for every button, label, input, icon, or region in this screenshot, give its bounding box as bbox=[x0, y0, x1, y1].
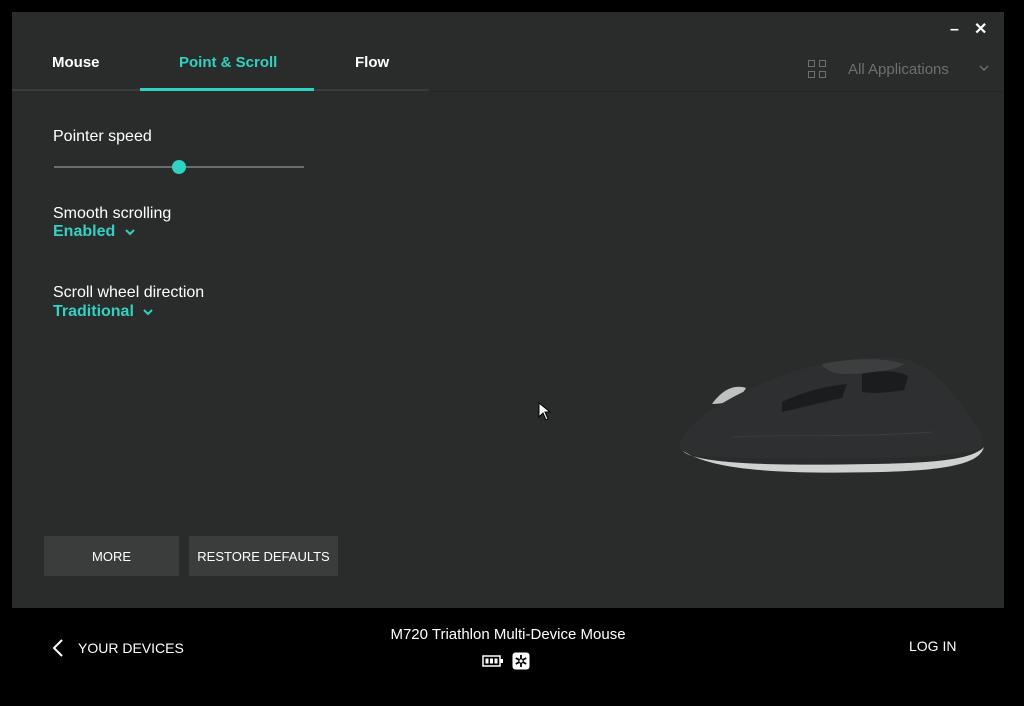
pointer-speed-slider[interactable] bbox=[54, 160, 304, 174]
device-name: M720 Triathlon Multi-Device Mouse bbox=[390, 626, 626, 643]
tab-point-and-scroll[interactable]: Point & Scroll bbox=[179, 54, 277, 71]
scroll-direction-value: Traditional bbox=[53, 303, 134, 320]
chevron-down-icon bbox=[124, 229, 135, 236]
device-status-icons bbox=[482, 652, 530, 670]
chevron-down-icon bbox=[143, 309, 154, 316]
battery-icon bbox=[482, 655, 503, 667]
pointer-speed-label: Pointer speed bbox=[53, 128, 152, 145]
unifying-receiver-icon bbox=[512, 652, 530, 670]
smooth-scrolling-value: Enabled bbox=[53, 223, 116, 240]
login-button[interactable]: LOG IN bbox=[909, 638, 956, 654]
header-divider bbox=[429, 91, 1004, 92]
tab-flow[interactable]: Flow bbox=[355, 54, 389, 71]
grid-icon bbox=[808, 60, 828, 80]
more-button[interactable]: MORE bbox=[44, 536, 179, 576]
tab-mouse[interactable]: Mouse bbox=[52, 54, 100, 71]
slider-thumb[interactable] bbox=[172, 160, 186, 174]
smooth-scrolling-dropdown[interactable]: Enabled bbox=[53, 223, 136, 241]
mouse-device-image bbox=[679, 357, 984, 473]
active-tab-indicator bbox=[140, 88, 314, 91]
application-selector-label: All Applications bbox=[848, 61, 949, 78]
restore-defaults-button[interactable]: RESTORE DEFAULTS bbox=[189, 536, 338, 576]
scroll-direction-label: Scroll wheel direction bbox=[53, 284, 205, 301]
close-button[interactable]: ✕ bbox=[974, 22, 987, 38]
minimize-button[interactable]: – bbox=[950, 22, 959, 38]
mouse-cursor-icon bbox=[538, 402, 552, 421]
footer-bar: YOUR DEVICES M720 Triathlon Multi-Device… bbox=[0, 608, 1024, 706]
smooth-scrolling-label: Smooth scrolling bbox=[53, 205, 172, 222]
chevron-down-icon bbox=[979, 65, 989, 72]
app-window: – ✕ Mouse Point & Scroll Flow All Applic… bbox=[12, 12, 1004, 608]
scroll-direction-dropdown[interactable]: Traditional bbox=[53, 303, 154, 321]
